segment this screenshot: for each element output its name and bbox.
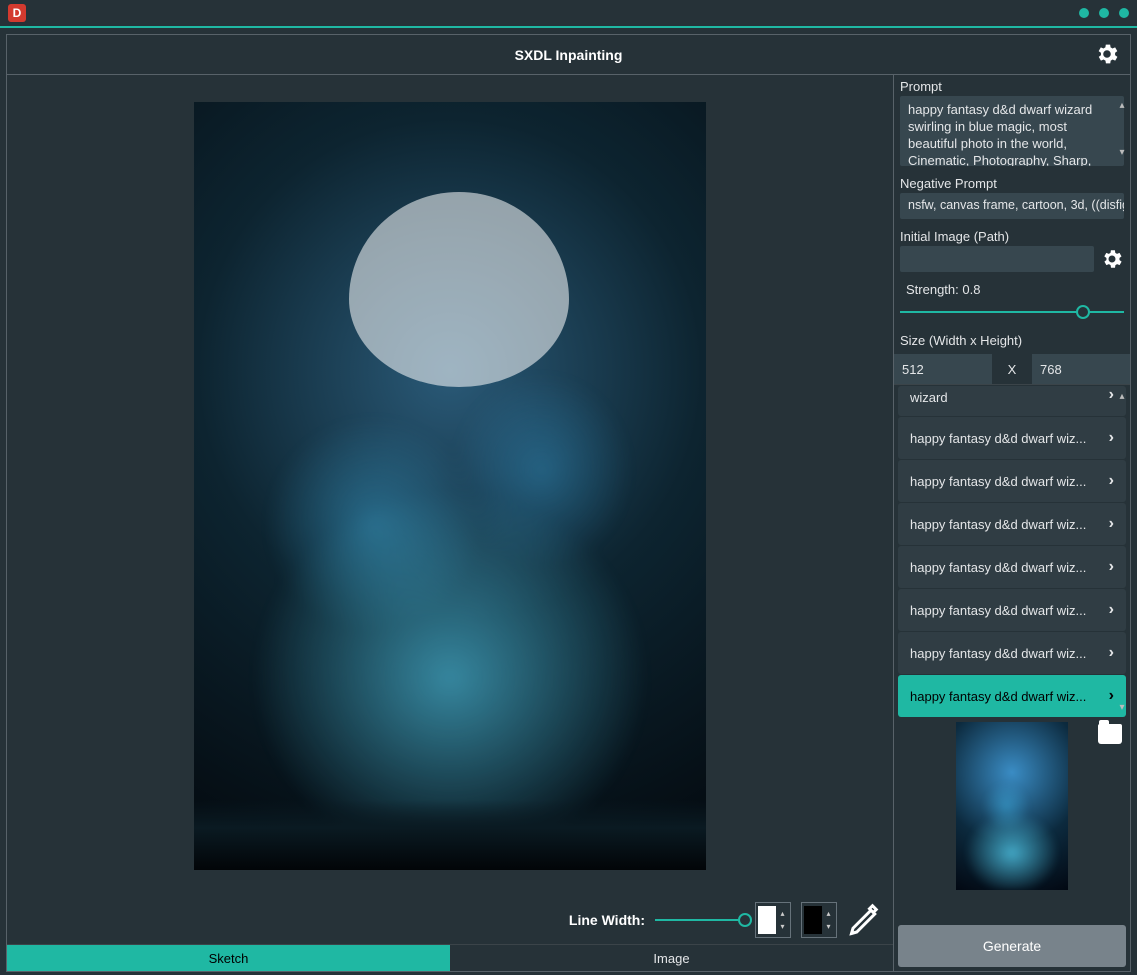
stepper-icon[interactable]: ▴▾ bbox=[824, 908, 833, 933]
history-item[interactable]: happy fantasy d&d dwarf wiz... › bbox=[898, 503, 1126, 545]
history-list: ▴ wizard › happy fantasy d&d dwarf wiz..… bbox=[894, 384, 1130, 717]
history-item-label: happy fantasy d&d dwarf wiz... bbox=[910, 431, 1086, 446]
prompt-input[interactable]: happy fantasy d&d dwarf wizard swirling … bbox=[900, 96, 1124, 166]
stepper-icon[interactable]: ▴▾ bbox=[778, 908, 787, 933]
history-item[interactable]: happy fantasy d&d dwarf wiz... › bbox=[898, 589, 1126, 631]
neg-prompt-label: Negative Prompt bbox=[894, 172, 1130, 193]
canvas-foreground bbox=[194, 800, 706, 870]
secondary-color-picker[interactable]: ▴▾ bbox=[801, 902, 837, 938]
initial-image-path-input[interactable] bbox=[900, 246, 1094, 272]
size-separator: X bbox=[992, 362, 1032, 377]
open-folder-icon[interactable] bbox=[1098, 724, 1122, 744]
gear-icon bbox=[1094, 41, 1120, 67]
primary-color-picker[interactable]: ▴▾ bbox=[755, 902, 791, 938]
history-item[interactable]: wizard › bbox=[898, 386, 1126, 416]
height-input[interactable]: 768 bbox=[1032, 354, 1130, 384]
pencil-tool-icon[interactable] bbox=[847, 902, 883, 938]
line-width-label: Line Width: bbox=[569, 912, 645, 928]
initial-image-label: Initial Image (Path) bbox=[894, 225, 1130, 246]
history-item[interactable]: happy fantasy d&d dwarf wiz... › bbox=[898, 546, 1126, 588]
history-item[interactable]: happy fantasy d&d dwarf wiz... › bbox=[898, 460, 1126, 502]
strength-label: Strength: 0.8 bbox=[900, 278, 1124, 299]
mode-tabs: Sketch Image bbox=[7, 945, 893, 971]
canvas-area[interactable] bbox=[7, 75, 893, 896]
chevron-right-icon: › bbox=[1109, 558, 1114, 576]
preview-row bbox=[894, 718, 1130, 894]
history-item[interactable]: happy fantasy d&d dwarf wiz... › bbox=[898, 675, 1126, 717]
window-dot-min-icon[interactable] bbox=[1079, 8, 1089, 18]
history-item-label: happy fantasy d&d dwarf wiz... bbox=[910, 689, 1086, 704]
chevron-right-icon: › bbox=[1109, 429, 1114, 447]
history-item-label: happy fantasy d&d dwarf wiz... bbox=[910, 517, 1086, 532]
settings-button[interactable] bbox=[1094, 41, 1120, 70]
history-item-label: happy fantasy d&d dwarf wiz... bbox=[910, 646, 1086, 661]
line-width-slider[interactable] bbox=[655, 910, 745, 930]
width-input[interactable]: 512 bbox=[894, 354, 992, 384]
window-controls[interactable] bbox=[1079, 8, 1129, 18]
page-title: SXDL Inpainting bbox=[515, 47, 623, 63]
chevron-right-icon: › bbox=[1109, 644, 1114, 662]
primary-color-swatch bbox=[758, 906, 776, 934]
titlebar: D bbox=[0, 0, 1137, 28]
generate-button[interactable]: Generate bbox=[898, 925, 1126, 967]
history-item[interactable]: happy fantasy d&d dwarf wiz... › bbox=[898, 417, 1126, 459]
tab-image[interactable]: Image bbox=[450, 945, 893, 971]
scroll-up-icon[interactable]: ▴ bbox=[1116, 100, 1128, 111]
history-item-label: happy fantasy d&d dwarf wiz... bbox=[910, 474, 1086, 489]
history-scroll-up-icon[interactable]: ▴ bbox=[1116, 391, 1128, 402]
strength-slider[interactable] bbox=[900, 305, 1124, 319]
image-settings-icon[interactable] bbox=[1100, 247, 1124, 271]
header: SXDL Inpainting bbox=[7, 35, 1130, 75]
tool-row: Line Width: ▴▾ ▴▾ bbox=[7, 896, 893, 945]
chevron-right-icon: › bbox=[1109, 386, 1114, 404]
window-dot-close-icon[interactable] bbox=[1119, 8, 1129, 18]
chevron-right-icon: › bbox=[1109, 687, 1114, 705]
chevron-right-icon: › bbox=[1109, 601, 1114, 619]
chevron-right-icon: › bbox=[1109, 472, 1114, 490]
history-scroll-down-icon[interactable]: ▾ bbox=[1116, 702, 1128, 713]
sidebar: Prompt happy fantasy d&d dwarf wizard sw… bbox=[894, 75, 1130, 971]
window-dot-max-icon[interactable] bbox=[1099, 8, 1109, 18]
history-item-label: wizard bbox=[910, 386, 948, 405]
app-logo: D bbox=[8, 4, 26, 22]
neg-prompt-input[interactable]: nsfw, canvas frame, cartoon, 3d, ((disfi… bbox=[900, 193, 1124, 219]
history-item-label: happy fantasy d&d dwarf wiz... bbox=[910, 603, 1086, 618]
tab-sketch[interactable]: Sketch bbox=[7, 945, 450, 971]
history-item-label: happy fantasy d&d dwarf wiz... bbox=[910, 560, 1086, 575]
secondary-color-swatch bbox=[804, 906, 822, 934]
history-item[interactable]: happy fantasy d&d dwarf wiz... › bbox=[898, 632, 1126, 674]
size-label: Size (Width x Height) bbox=[894, 329, 1130, 350]
canvas-image[interactable] bbox=[194, 102, 706, 870]
inpaint-mask[interactable] bbox=[349, 192, 569, 387]
chevron-right-icon: › bbox=[1109, 515, 1114, 533]
scroll-down-icon[interactable]: ▾ bbox=[1116, 147, 1128, 158]
preview-thumbnail[interactable] bbox=[956, 722, 1068, 890]
prompt-label: Prompt bbox=[894, 75, 1130, 96]
